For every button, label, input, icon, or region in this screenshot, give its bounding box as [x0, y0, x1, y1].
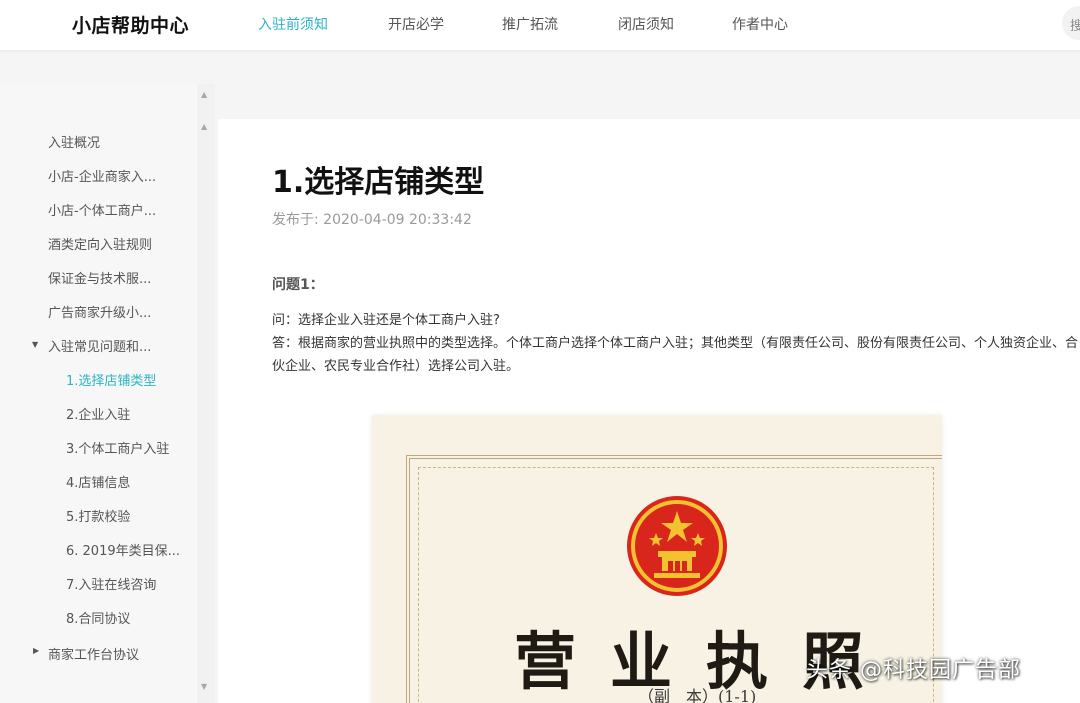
sidebar-item-liquor-rules[interactable]: 酒类定向入驻规则: [48, 234, 152, 253]
question-heading: 问题1：: [272, 277, 324, 293]
national-emblem-icon: [627, 496, 727, 596]
caret-right-icon[interactable]: ▶: [33, 646, 39, 655]
sidebar-item-workbench-agreement[interactable]: 商家工作台协议: [48, 644, 139, 663]
sidebar-item-enterprise[interactable]: 小店-企业商家入...: [48, 166, 156, 185]
nav-item-entry-notice[interactable]: 入驻前须知: [258, 14, 328, 34]
sidebar-item-online-consult[interactable]: 7.入驻在线咨询: [66, 574, 156, 593]
sidebar-item-deposit[interactable]: 保证金与技术服...: [48, 268, 151, 287]
sidebar: 入驻概况 小店-企业商家入... 小店-个体工商户... 酒类定向入驻规则 保证…: [0, 84, 215, 703]
sidebar-item-payment-check[interactable]: 5.打款校验: [66, 506, 130, 525]
sidebar-item-contract[interactable]: 8.合同协议: [66, 608, 130, 627]
top-navigation: 小店帮助中心 入驻前须知 开店必学 推广拓流 闭店须知 作者中心 搜: [0, 0, 1080, 50]
sidebar-item-individual-entry[interactable]: 3.个体工商户入驻: [66, 438, 169, 457]
sidebar-item-faq[interactable]: 入驻常见问题和...: [48, 336, 151, 355]
scroll-up-icon[interactable]: ▲: [201, 90, 207, 99]
search-input-label: 搜: [1070, 19, 1080, 34]
nav-item-author-center[interactable]: 作者中心: [732, 14, 788, 34]
license-subtitle: （副 本）(1-1): [638, 687, 757, 703]
question-text: 问：选择企业入驻还是个体工商户入驻?: [272, 313, 500, 328]
sidebar-item-individual[interactable]: 小店-个体工商户...: [48, 200, 156, 219]
sidebar-item-enterprise-entry[interactable]: 2.企业入驻: [66, 404, 130, 423]
article: 1.选择店铺类型 发布于: 2020-04-09 20:33:42 问题1： 问…: [218, 119, 1080, 703]
search-box[interactable]: 搜: [1062, 6, 1080, 40]
scroll-up-icon[interactable]: ▲: [201, 122, 207, 131]
sidebar-item-2019-category[interactable]: 6. 2019年类目保...: [66, 540, 180, 559]
sidebar-item-store-info[interactable]: 4.店铺信息: [66, 472, 130, 491]
answer-text: 答：根据商家的营业执照中的类型选择。个体工商户选择个体工商户入驻；其他类型（有限…: [272, 336, 1079, 374]
nav-item-close-store[interactable]: 闭店须知: [618, 14, 674, 34]
scroll-down-icon[interactable]: ▼: [201, 682, 207, 691]
nav-item-must-learn[interactable]: 开店必学: [388, 14, 444, 34]
caret-down-icon[interactable]: ▼: [32, 340, 38, 349]
watermark-text: 头条 @科技园广告部: [806, 658, 1021, 683]
publish-date: 发布于: 2020-04-09 20:33:42: [272, 212, 472, 228]
nav-item-promotion[interactable]: 推广拓流: [502, 14, 558, 34]
sidebar-item-store-type[interactable]: 1.选择店铺类型: [66, 370, 156, 389]
sidebar-item-ad-upgrade[interactable]: 广告商家升级小...: [48, 302, 151, 321]
sidebar-item-overview[interactable]: 入驻概况: [48, 132, 100, 151]
brand-logo[interactable]: 小店帮助中心: [72, 11, 189, 38]
sidebar-scrollbar[interactable]: ▲ ▲ ▼: [197, 84, 215, 703]
article-title: 1.选择店铺类型: [272, 165, 485, 200]
